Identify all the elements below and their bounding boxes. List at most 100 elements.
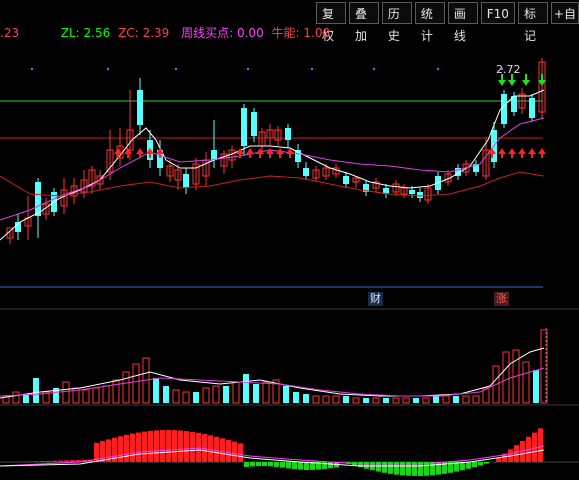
volume-bar-up bbox=[312, 395, 320, 404]
kline-chart[interactable] bbox=[0, 0, 579, 480]
price-annotation: 2.72 bbox=[496, 63, 521, 76]
macd-bar-positive bbox=[238, 443, 243, 462]
macd-bar-positive bbox=[58, 460, 63, 462]
candle-body-down bbox=[183, 174, 189, 188]
volume-bar-up bbox=[102, 385, 110, 404]
macd-bar-positive bbox=[178, 430, 183, 462]
macd-bar-positive bbox=[226, 439, 231, 462]
macd-bar-negative bbox=[250, 462, 255, 467]
volume-bar-down bbox=[413, 398, 419, 403]
candle-body-down bbox=[529, 98, 535, 118]
candle-body-down bbox=[211, 150, 217, 160]
volume-bar-down bbox=[283, 386, 289, 403]
candle-body-down bbox=[409, 190, 415, 194]
macd-bar-negative bbox=[478, 462, 483, 466]
macd-bar-negative bbox=[304, 462, 309, 470]
macd-bar-positive bbox=[538, 428, 543, 462]
macd-bar-negative bbox=[376, 462, 381, 472]
sell-arrow-icon bbox=[522, 74, 530, 86]
buy-arrow-icon bbox=[246, 148, 254, 158]
volume-bar-up bbox=[112, 379, 120, 404]
candle-body-down bbox=[303, 168, 309, 176]
macd-bar-positive bbox=[142, 431, 147, 462]
macd-bar-positive bbox=[196, 432, 201, 462]
macd-bar-negative bbox=[286, 462, 291, 469]
volume-bar-up bbox=[122, 371, 130, 404]
candle-body-down bbox=[285, 128, 291, 140]
ma-magenta-line bbox=[0, 117, 545, 221]
volume-bar-up bbox=[232, 381, 240, 404]
volume-bar-up bbox=[422, 397, 430, 404]
volume-bar-down bbox=[193, 392, 199, 403]
macd-bar-positive bbox=[232, 441, 237, 462]
macd-bar-negative bbox=[328, 462, 333, 469]
volume-bar-up bbox=[392, 397, 400, 404]
volume-bar-down bbox=[303, 394, 309, 403]
macd-bar-positive bbox=[64, 460, 69, 462]
buy-arrow-icon bbox=[136, 148, 144, 158]
macd-bar-positive bbox=[28, 461, 33, 462]
volume-bar-down bbox=[33, 378, 39, 403]
macd-bar-positive bbox=[118, 436, 123, 462]
buy-arrow-icon bbox=[518, 148, 526, 158]
macd-bar-positive bbox=[190, 431, 195, 462]
macd-bar-positive bbox=[148, 430, 153, 462]
volume-bar-up bbox=[462, 395, 470, 404]
volume-bar-down bbox=[253, 384, 259, 403]
signal-dot bbox=[30, 67, 34, 71]
macd-bar-negative bbox=[244, 462, 249, 467]
macd-bar-positive bbox=[46, 460, 51, 462]
buy-arrow-icon bbox=[538, 148, 546, 158]
signal-dot bbox=[436, 67, 440, 71]
candle-body-down bbox=[343, 176, 349, 184]
signal-dot bbox=[174, 67, 178, 71]
volume-bar-up bbox=[132, 363, 140, 404]
volume-bar-down bbox=[243, 374, 249, 403]
volume-bar-up bbox=[62, 381, 70, 404]
macd-bar-negative bbox=[430, 462, 435, 476]
volume-bar-down bbox=[23, 394, 29, 403]
macd-bar-negative bbox=[298, 462, 303, 470]
buy-arrow-icon bbox=[508, 148, 516, 158]
macd-bar-negative bbox=[274, 462, 279, 467]
macd-bar-negative bbox=[466, 462, 471, 469]
candle-body-down bbox=[137, 90, 143, 125]
macd-bar-positive bbox=[208, 435, 213, 462]
volume-bar-up bbox=[502, 351, 510, 404]
macd-bar-positive bbox=[514, 445, 519, 462]
volume-bar-up bbox=[352, 397, 360, 404]
macd-bar-positive bbox=[166, 430, 171, 462]
signal-dot bbox=[246, 67, 250, 71]
buy-arrow-icon bbox=[266, 148, 274, 158]
volume-bar-down bbox=[223, 386, 229, 403]
buy-arrow-icon bbox=[276, 148, 284, 158]
macd-bar-positive bbox=[70, 460, 75, 462]
volume-bar-up bbox=[442, 395, 450, 404]
macd-bar-positive bbox=[184, 431, 189, 462]
macd-bar-positive bbox=[154, 430, 159, 462]
volume-bar-up bbox=[262, 381, 270, 404]
signal-dot bbox=[106, 67, 110, 71]
zhang-marker[interactable]: 涨 bbox=[494, 292, 509, 306]
volume-bar-down bbox=[363, 398, 369, 403]
macd-bar-positive bbox=[160, 430, 165, 462]
volume-bar-down bbox=[163, 386, 169, 403]
candle-body-down bbox=[251, 112, 257, 136]
signal-dot bbox=[310, 67, 314, 71]
volume-bar-up bbox=[202, 387, 210, 404]
signal-dot bbox=[372, 67, 376, 71]
volume-bar-up bbox=[82, 389, 90, 404]
volume-bar-up bbox=[172, 389, 180, 404]
candle-body-down bbox=[241, 108, 247, 146]
candle-body-down bbox=[501, 94, 507, 124]
volume-bar-up bbox=[332, 395, 340, 404]
volume-bar-down bbox=[533, 370, 539, 403]
cai-marker[interactable]: 财 bbox=[368, 292, 383, 306]
buy-arrow-icon bbox=[114, 148, 122, 158]
macd-bar-negative bbox=[484, 462, 489, 464]
volume-bar-up bbox=[182, 391, 190, 404]
macd-bar-positive bbox=[136, 432, 141, 462]
volume-bar-down bbox=[433, 396, 439, 403]
candle-body-down bbox=[35, 182, 41, 216]
volume-bar-down bbox=[153, 378, 159, 403]
